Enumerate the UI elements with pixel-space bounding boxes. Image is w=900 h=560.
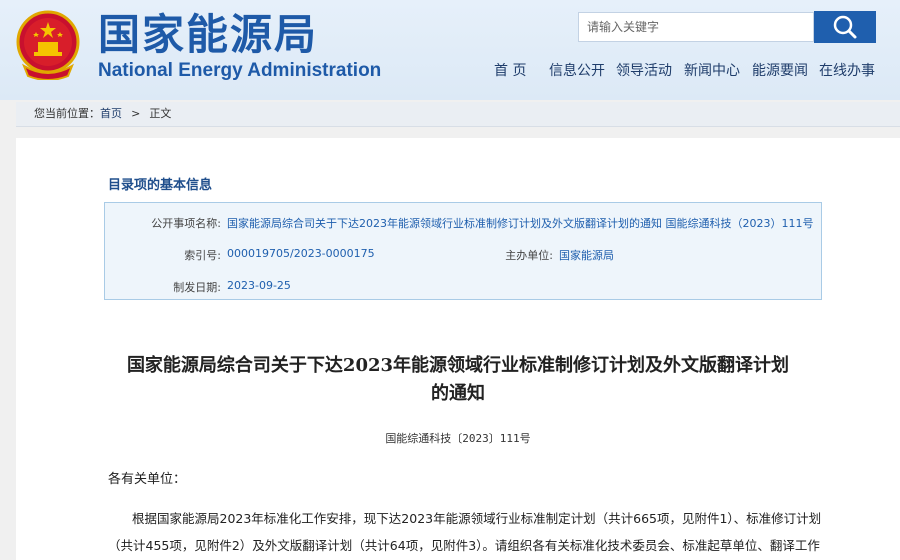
date-value: 2023-09-25 (227, 279, 291, 292)
search-button[interactable] (814, 11, 876, 43)
catalog-section-title: 目录项的基本信息 (108, 178, 213, 193)
site-title-cn[interactable]: 国家能源局 (98, 8, 318, 62)
breadcrumb-separator: > (131, 107, 141, 120)
breadcrumb: 您当前位置：首页 > 正文 (16, 102, 900, 127)
paragraph-line-1: 根据国家能源局2023年标准化工作安排，现下达2023年能源领域行业标准制定计划… (132, 511, 822, 526)
salutation: 各有关单位： (108, 472, 187, 487)
paragraph-line-2: （共计455项，见附件2）及外文版翻译计划（共计64项，见附件3）。请组织各有关… (108, 538, 820, 553)
nav-item-home[interactable]: 首 页 (494, 60, 526, 80)
nav-item-info-disclosure[interactable]: 信息公开 (549, 60, 605, 80)
breadcrumb-prefix: 您当前位置： (34, 107, 100, 120)
catalog-info-box: 公开事项名称: 国家能源局综合司关于下达2023年能源领域行业标准制修订计划及外… (104, 202, 822, 300)
article-title-line1: 国家能源局综合司关于下达2023年能源领域行业标准制修订计划及外文版翻译计划 (126, 355, 790, 376)
date-label: 制发日期: (173, 281, 221, 294)
nav-item-leadership[interactable]: 领导活动 (616, 60, 672, 80)
nav-item-news-center[interactable]: 新闻中心 (684, 60, 740, 80)
breadcrumb-current: 正文 (149, 107, 172, 120)
breadcrumb-home-link[interactable]: 首页 (100, 107, 122, 120)
site-header: 国家能源局 National Energy Administration 首 页… (0, 0, 900, 100)
index-value: 000019705/2023-0000175 (227, 247, 375, 260)
nav-item-online-services[interactable]: 在线办事 (819, 60, 875, 80)
search-icon (833, 15, 857, 39)
index-label: 索引号: (184, 249, 221, 262)
document-number: 国能综通科技〔2023〕111号 (385, 432, 531, 445)
org-label: 主办单位: (505, 249, 553, 262)
search-input[interactable] (578, 12, 814, 42)
left-margin (0, 138, 16, 560)
subject-value: 国家能源局综合司关于下达2023年能源领域行业标准制修订计划及外文版翻译计划的通… (227, 217, 814, 230)
nav-item-energy-news[interactable]: 能源要闻 (752, 60, 808, 80)
article-title-line2: 的通知 (431, 383, 485, 404)
site-title-en[interactable]: National Energy Administration (98, 60, 381, 82)
subject-label: 公开事项名称: (151, 217, 221, 230)
main-content: 目录项的基本信息 公开事项名称: 国家能源局综合司关于下达2023年能源领域行业… (16, 138, 900, 560)
national-emblem-icon[interactable] (16, 10, 80, 80)
org-value: 国家能源局 (559, 249, 614, 262)
